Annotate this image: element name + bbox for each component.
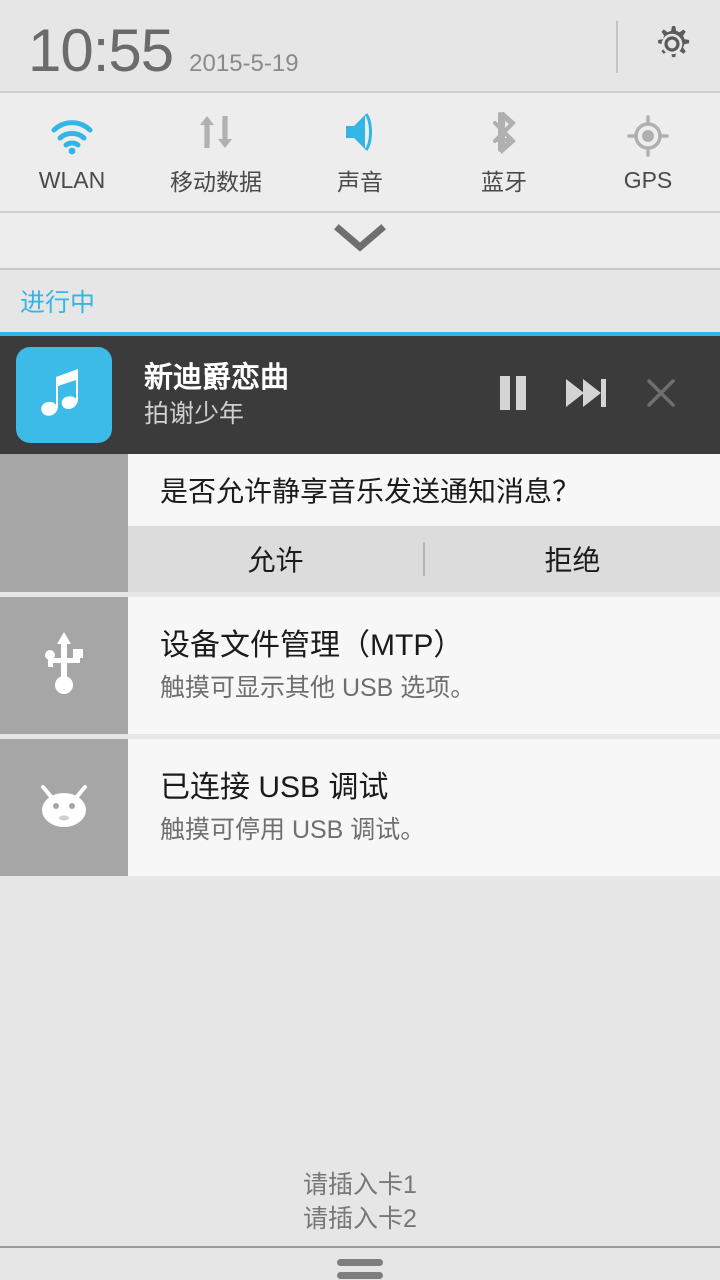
permission-prompt: 是否允许静享音乐发送通知消息？ [160, 476, 581, 507]
notification-usb-debug[interactable]: 已连接 USB 调试 触摸可停用 USB 调试。 [0, 739, 720, 876]
qs-tile-sound[interactable]: 声音 [288, 93, 432, 211]
adb-content: 已连接 USB 调试 触摸可停用 USB 调试。 [128, 739, 720, 876]
gear-icon [646, 18, 698, 75]
qs-tile-mobile-data[interactable]: 移动数据 [144, 93, 288, 211]
empty-shade-area [0, 881, 720, 1168]
adb-subtitle: 触摸可停用 USB 调试。 [160, 815, 426, 844]
qs-tile-gps[interactable]: GPS [576, 93, 720, 211]
usb-icon [38, 628, 90, 703]
media-title: 新迪爵恋曲 [144, 362, 290, 394]
usb-title: 设备文件管理（MTP） [160, 628, 464, 662]
usb-subtitle: 触摸可显示其他 USB 选项。 [160, 673, 476, 702]
quick-settings-expand-button[interactable] [0, 213, 720, 270]
qs-label-wlan: WLAN [38, 166, 106, 193]
gps-icon [624, 111, 672, 161]
notification-permission[interactable]: 是否允许静享音乐发送通知消息？ 允许 拒绝 [0, 454, 720, 592]
qs-label-gps: GPS [623, 166, 673, 193]
pause-button[interactable] [476, 358, 550, 432]
allow-button[interactable]: 允许 [128, 526, 423, 592]
close-icon [643, 375, 679, 416]
usb-content: 设备文件管理（MTP） 触摸可显示其他 USB 选项。 [128, 597, 720, 734]
next-button[interactable] [550, 358, 624, 432]
qs-tile-wlan[interactable]: WLAN [0, 93, 144, 211]
adb-body: 已连接 USB 调试 触摸可停用 USB 调试。 [128, 739, 720, 876]
pause-icon [496, 374, 530, 417]
permission-icon-column [0, 454, 128, 592]
sim1-status: 请插入卡1 [303, 1171, 417, 1199]
android-robot-icon [31, 777, 97, 838]
clock-date-group[interactable]: 10:55 2015-5-19 [0, 21, 299, 81]
chevron-down-icon [333, 223, 387, 258]
qs-label-sound: 声音 [337, 169, 383, 195]
permission-prompt-row: 是否允许静享音乐发送通知消息？ [128, 454, 720, 526]
bluetooth-icon [480, 107, 528, 157]
settings-button[interactable] [644, 19, 700, 75]
clock: 10:55 [28, 17, 174, 84]
notification-shade: 10:55 2015-5-19 WLAN 移动数据 声音 蓝牙 GPS 进行中 … [0, 0, 720, 1280]
notification-usb-mtp[interactable]: 设备文件管理（MTP） 触摸可显示其他 USB 选项。 [0, 597, 720, 734]
notification-media[interactable]: 新迪爵恋曲 拍谢少年 [0, 336, 720, 454]
header-divider [616, 20, 618, 73]
media-artist: 拍谢少年 [144, 400, 245, 428]
usb-body: 设备文件管理（MTP） 触摸可显示其他 USB 选项。 [128, 597, 720, 734]
adb-icon-column [0, 739, 128, 876]
qs-tile-bluetooth[interactable]: 蓝牙 [432, 93, 576, 211]
header-right-group [616, 0, 720, 93]
shade-drag-handle[interactable] [0, 1246, 720, 1280]
next-track-icon [564, 376, 610, 415]
sim-status-area: 请插入卡1 请插入卡2 [0, 1168, 720, 1246]
wifi-icon [48, 111, 96, 161]
ongoing-section-header: 进行中 [0, 270, 720, 332]
media-controls [476, 358, 720, 432]
mobile-data-icon [192, 107, 240, 157]
quick-settings-row: WLAN 移动数据 声音 蓝牙 GPS [0, 93, 720, 213]
music-note-icon [32, 361, 96, 430]
date: 2015-5-19 [189, 50, 299, 77]
deny-button[interactable]: 拒绝 [425, 526, 720, 592]
adb-title: 已连接 USB 调试 [160, 770, 389, 804]
qs-label-bluetooth: 蓝牙 [481, 169, 527, 195]
close-button[interactable] [624, 358, 698, 432]
permission-body: 是否允许静享音乐发送通知消息？ 允许 拒绝 [128, 454, 720, 592]
permission-actions: 允许 拒绝 [128, 526, 720, 592]
sound-icon [336, 107, 384, 157]
album-art [16, 347, 112, 443]
shade-header: 10:55 2015-5-19 [0, 0, 720, 93]
ongoing-label: 进行中 [20, 289, 96, 317]
qs-label-mobile-data: 移动数据 [170, 169, 262, 195]
drag-handle-icon [337, 1259, 383, 1280]
sim2-status: 请插入卡2 [303, 1205, 417, 1233]
usb-icon-column [0, 597, 128, 734]
media-text-block: 新迪爵恋曲 拍谢少年 [112, 359, 476, 431]
